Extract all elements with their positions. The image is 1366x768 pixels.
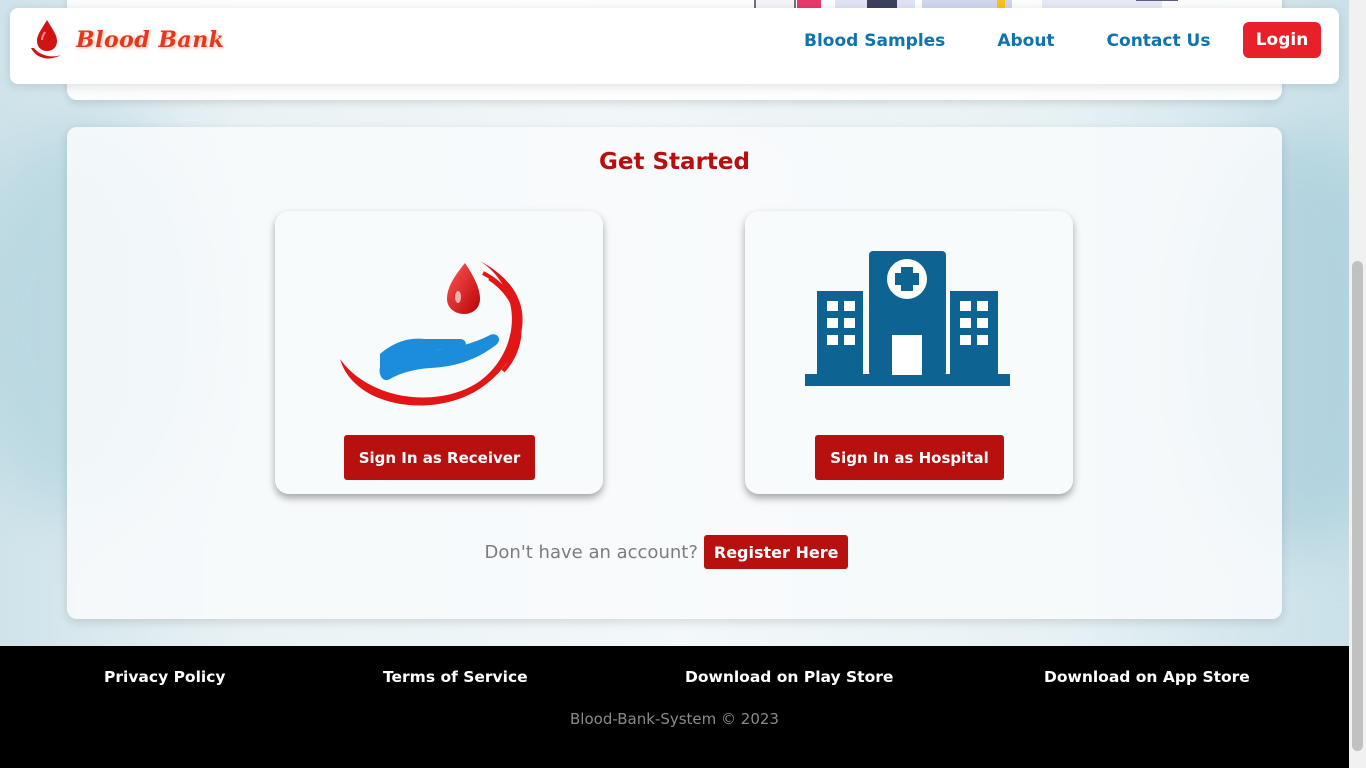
copyright-text: Blood-Bank-System © 2023: [570, 710, 779, 728]
navbar: Blood Bank Blood Samples About Contact U…: [10, 8, 1339, 84]
scrollbar-thumb[interactable]: [1352, 261, 1363, 751]
blood-donation-hand-icon: [340, 261, 523, 406]
nav-link-about[interactable]: About: [997, 30, 1054, 52]
get-started-card: Get Started Sign In as Receiver Sign In …: [67, 127, 1282, 619]
register-question: Don't have an account?: [484, 541, 698, 563]
page-title: Get Started: [599, 149, 750, 175]
hospital-option-card: Sign In as Hospital: [745, 211, 1073, 494]
footer-link-app-store[interactable]: Download on App Store: [1044, 668, 1250, 686]
footer-link-play-store[interactable]: Download on Play Store: [685, 668, 893, 686]
brand-logo-link[interactable]: Blood Bank: [28, 18, 224, 62]
hospital-building-icon: [805, 251, 1010, 386]
footer: Privacy Policy Terms of Service Download…: [0, 646, 1349, 768]
brand-name: Blood Bank: [76, 27, 225, 53]
receiver-option-card: Sign In as Receiver: [275, 211, 603, 494]
footer-link-terms-of-service[interactable]: Terms of Service: [383, 668, 528, 686]
page-scrollbar[interactable]: [1349, 0, 1366, 768]
register-button[interactable]: Register Here: [703, 535, 849, 569]
register-row: Don't have an account? Register Here: [67, 535, 1282, 569]
nav-links: Blood Samples About Contact Us: [804, 30, 1262, 52]
nav-link-contact-us[interactable]: Contact Us: [1107, 30, 1211, 52]
login-button[interactable]: Login: [1243, 22, 1321, 58]
sign-in-hospital-button[interactable]: Sign In as Hospital: [815, 435, 1004, 480]
nav-link-blood-samples[interactable]: Blood Samples: [804, 30, 945, 52]
sign-in-receiver-button[interactable]: Sign In as Receiver: [344, 435, 535, 480]
blood-drop-logo-icon: [31, 20, 61, 59]
footer-link-privacy-policy[interactable]: Privacy Policy: [104, 668, 226, 686]
